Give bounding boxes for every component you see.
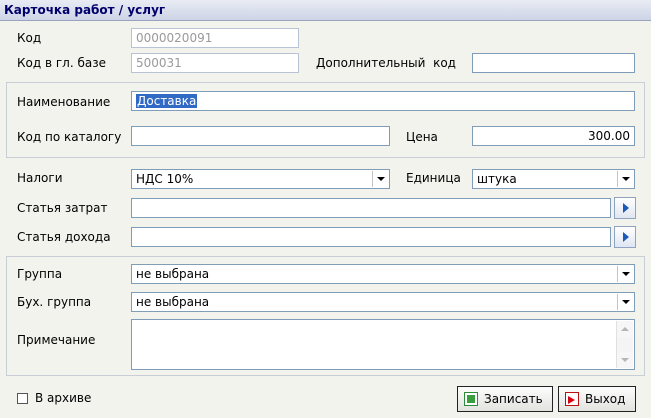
catalog-code-field[interactable] — [131, 126, 390, 146]
unit-value: штука — [477, 172, 517, 186]
chevron-down-icon[interactable] — [372, 171, 388, 187]
acc-group-select[interactable]: не выбрана — [131, 292, 635, 312]
scroll-up-icon[interactable] — [617, 321, 633, 337]
extra-code-field[interactable] — [472, 53, 635, 73]
unit-label: Единица — [406, 171, 461, 185]
save-button-label: Записать — [484, 392, 543, 406]
chevron-down-icon[interactable] — [617, 171, 633, 187]
card-window: Карточка работ / услуг Код 0000020091 Ко… — [0, 0, 651, 418]
exit-icon — [565, 392, 579, 406]
chevron-down-icon[interactable] — [617, 266, 633, 282]
group-label: Группа — [17, 267, 63, 281]
code-label: Код — [17, 31, 42, 45]
group-value: не выбрана — [136, 267, 210, 281]
note-scrollbar[interactable] — [616, 321, 633, 368]
group-select[interactable]: не выбрана — [131, 264, 635, 284]
taxes-label: Налоги — [17, 171, 63, 185]
window-title: Карточка работ / услуг — [4, 3, 166, 17]
title-bar: Карточка работ / услуг — [0, 0, 651, 21]
archive-checkbox[interactable] — [17, 393, 28, 404]
acc-group-label: Бух. группа — [17, 295, 92, 309]
income-item-field[interactable] — [131, 227, 611, 247]
archive-label: В архиве — [35, 391, 92, 405]
exit-button-label: Выход — [585, 392, 626, 406]
save-icon — [464, 392, 478, 406]
income-item-browse-button[interactable] — [614, 226, 636, 248]
taxes-value: НДС 10% — [136, 172, 194, 186]
unit-select[interactable]: штука — [472, 169, 635, 189]
name-field[interactable]: Доставка — [131, 91, 635, 111]
price-field[interactable]: 300.00 — [472, 126, 635, 146]
note-textarea[interactable] — [131, 319, 635, 370]
note-label: Примечание — [17, 333, 96, 347]
name-value: Доставка — [136, 94, 198, 108]
income-item-label: Статья дохода — [17, 230, 111, 244]
acc-group-value: не выбрана — [136, 295, 210, 309]
code-field[interactable]: 0000020091 — [131, 28, 299, 48]
cost-item-field[interactable] — [131, 198, 611, 218]
taxes-select[interactable]: НДС 10% — [131, 169, 390, 189]
extra-code-label: Дополнительный код — [316, 56, 456, 70]
main-base-code-field[interactable]: 500031 — [131, 53, 299, 73]
name-label: Наименование — [17, 95, 111, 109]
save-button[interactable]: Записать — [457, 386, 553, 412]
cost-item-label: Статья затрат — [17, 201, 108, 215]
chevron-down-icon[interactable] — [617, 294, 633, 310]
main-base-code-label: Код в гл. базе — [17, 56, 106, 70]
catalog-code-label: Код по каталогу — [17, 130, 122, 144]
cost-item-browse-button[interactable] — [614, 197, 636, 219]
price-label: Цена — [406, 130, 438, 144]
exit-button[interactable]: Выход — [558, 386, 636, 412]
scroll-down-icon[interactable] — [617, 352, 633, 368]
